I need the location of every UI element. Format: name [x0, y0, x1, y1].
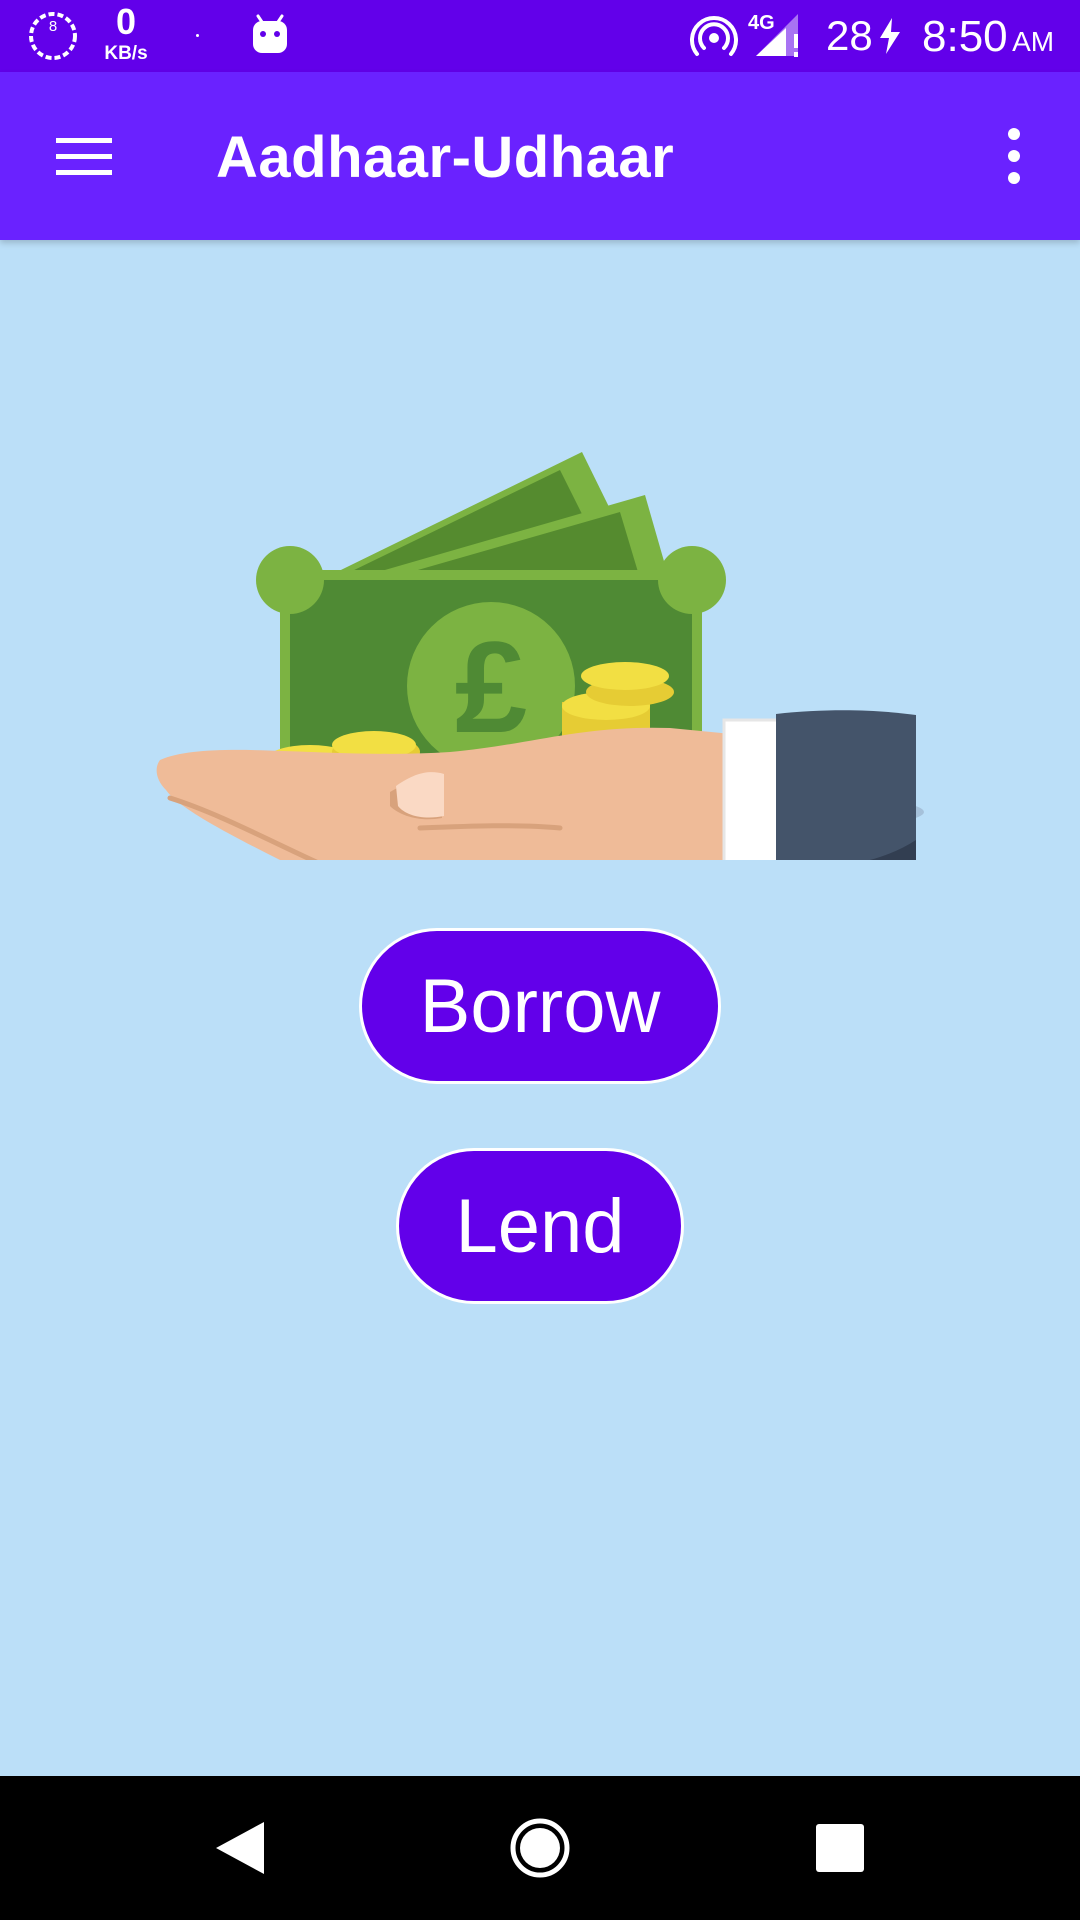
lend-button[interactable]: Lend: [396, 1148, 684, 1304]
status-bar: 8 0 KB/s 4G 28 8:50 AM: [0, 0, 1080, 72]
more-vert-icon[interactable]: [990, 120, 1038, 192]
battery-level: 28: [826, 12, 873, 59]
navigation-bar: [0, 1776, 1080, 1920]
money-hand-illustration: £: [150, 340, 930, 930]
menu-icon[interactable]: [48, 124, 120, 188]
badge-number: 8: [48, 18, 58, 35]
app-bar: Aadhaar-Udhaar: [0, 72, 1080, 240]
network-speed-value: 0: [115, 1, 137, 42]
notification-badge-icon: 8: [26, 9, 80, 63]
network-speed-unit: KB/s: [104, 43, 148, 64]
dot-separator: [196, 34, 199, 37]
main-content: £ Borrow Lend: [0, 240, 1080, 1776]
clock-time: 8:50: [922, 12, 1008, 61]
borrow-button[interactable]: Borrow: [359, 928, 721, 1084]
clock-suffix: AM: [1012, 26, 1055, 57]
network-speed: 0 KB/s: [96, 1, 156, 64]
recents-icon[interactable]: [804, 1812, 876, 1884]
app-title: Aadhaar-Udhaar: [216, 125, 675, 190]
back-icon[interactable]: [204, 1812, 276, 1884]
clock: 8:50 AM: [922, 12, 1054, 62]
signal-icon: 4G: [746, 12, 804, 60]
home-icon[interactable]: [504, 1812, 576, 1884]
hotspot-icon: [690, 14, 738, 65]
android-icon: [250, 12, 290, 61]
charging-icon: [878, 18, 902, 59]
pound-symbol: £: [455, 614, 527, 760]
